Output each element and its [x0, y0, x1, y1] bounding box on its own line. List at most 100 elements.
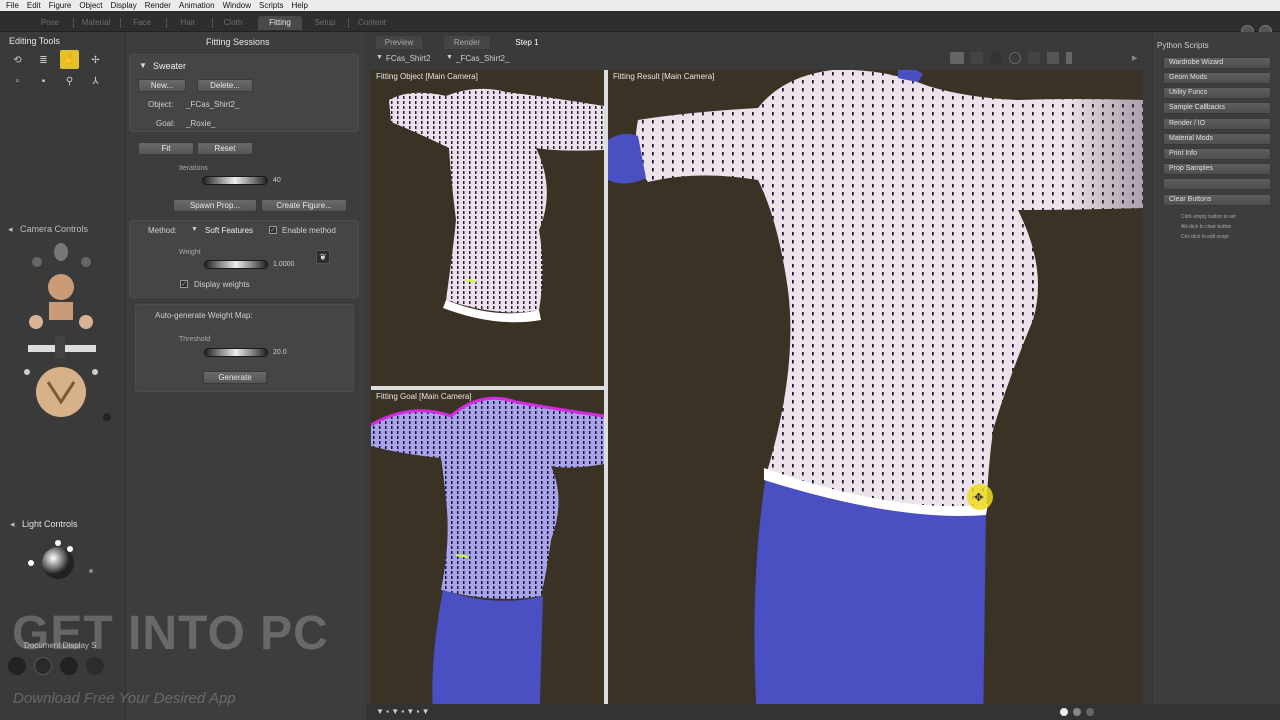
script-button-wardrobe-wizard[interactable]: Wardrobe Wizard [1163, 57, 1271, 69]
viewport-toolbar [950, 52, 1072, 64]
figure-selector-arrow[interactable]: ▼ [376, 54, 383, 61]
new-session-button[interactable]: New... [138, 79, 186, 92]
toolbar-right-arrow[interactable]: ▶ [1132, 54, 1137, 62]
script-button-clear-buttons[interactable]: Clear Buttons [1163, 194, 1271, 206]
script-button-sample-callbacks[interactable]: Sample Callbacks [1163, 102, 1271, 114]
script-button-material-mods[interactable]: Material Mods [1163, 133, 1271, 145]
room-tab-fitting[interactable]: Fitting [258, 16, 302, 30]
delete-session-button[interactable]: Delete... [197, 79, 253, 92]
iterations-label: Iterations [179, 165, 208, 172]
create-figure-button[interactable]: Create Figure... [261, 199, 347, 212]
goal-figure-render [371, 396, 604, 720]
iterations-slider[interactable] [202, 176, 268, 185]
script-button-utility-funcs[interactable]: Utility Funcs [1163, 87, 1271, 99]
scroll-handle-icon[interactable] [1066, 52, 1072, 64]
room-tab-setup[interactable]: Setup [305, 16, 345, 30]
dot-icon[interactable] [1086, 708, 1094, 716]
method-dropdown-arrow[interactable]: ▼ [191, 226, 198, 233]
script-button-print-info[interactable]: Print Info [1163, 148, 1271, 160]
menu-animation[interactable]: Animation [179, 0, 215, 11]
render-icon[interactable] [971, 52, 983, 64]
method-label: Method: [148, 226, 177, 235]
room-tab-hair[interactable]: Hair [169, 16, 207, 30]
fit-button[interactable]: Fit [138, 142, 194, 155]
watermark-logo: GET INTO PC [12, 607, 329, 660]
move-icon[interactable]: ✢ [87, 52, 104, 69]
tab-preview[interactable]: Preview [376, 36, 422, 49]
weight-value[interactable]: 1.0000 [273, 261, 294, 268]
dot-icon[interactable] [1073, 708, 1081, 716]
menu-render[interactable]: Render [145, 0, 171, 11]
enable-method-label: Enable method [282, 226, 336, 235]
part-selector[interactable]: _FCas_Shirt2_ [456, 54, 509, 63]
menu-window[interactable]: Window [223, 0, 251, 11]
fitting-result-viewport[interactable]: Fitting Result [Main Camera] ✥ [608, 70, 1143, 720]
threshold-value[interactable]: 20.0 [273, 349, 287, 356]
goal-value[interactable]: _Roxie_ [186, 119, 215, 128]
menu-object[interactable]: Object [79, 0, 102, 11]
dot-icon[interactable] [1060, 708, 1068, 716]
figure-selector[interactable]: FCas_Shirt2 [386, 54, 430, 63]
tab-divider [212, 18, 213, 28]
fitting-goal-viewport[interactable]: Fitting Goal [Main Camera] [371, 390, 604, 720]
menu-figure[interactable]: Figure [49, 0, 72, 11]
menu-file[interactable]: File [6, 0, 19, 11]
session-collapse-arrow[interactable]: ▼ [139, 61, 147, 70]
script-button-geom-mods[interactable]: Geom Mods [1163, 72, 1271, 84]
script-button-prop-samples[interactable]: Prop Samples [1163, 163, 1271, 175]
python-scripts-title: Python Scripts [1157, 41, 1209, 50]
wireframe-icon[interactable] [1009, 52, 1021, 64]
generate-button[interactable]: Generate [203, 371, 267, 384]
camera-controls-arrow[interactable]: ◂ [8, 224, 13, 235]
taper-icon[interactable]: ▪ [35, 73, 52, 90]
object-value[interactable]: _FCas_Shirt2_ [186, 100, 239, 109]
bottom-dropdown-icon[interactable]: ▼ ▪ ▼ ▪ ▼ ▪ ▼ [376, 707, 430, 716]
room-tab-face[interactable]: Face [123, 16, 161, 30]
display-weights-checkbox[interactable]: ✓ [180, 280, 188, 288]
shirt-object-render [389, 88, 604, 323]
menu-bar: File Edit Figure Object Display Render A… [0, 0, 1280, 11]
object-label: Object: [148, 100, 174, 109]
python-help-line: Ctrl-click to edit script [1181, 234, 1229, 240]
room-tab-cloth[interactable]: Cloth [214, 16, 252, 30]
move-camera-icon[interactable] [1047, 52, 1059, 64]
reset-button[interactable]: Reset [197, 142, 253, 155]
camera-controls-widget[interactable] [22, 242, 112, 422]
paint-brush-icon[interactable]: ❦ [316, 250, 330, 264]
room-tab-material[interactable]: Material [76, 16, 116, 30]
threshold-slider[interactable] [204, 348, 268, 357]
script-button-empty[interactable] [1163, 178, 1271, 190]
grid-icon[interactable] [1028, 52, 1040, 64]
iterations-value[interactable]: 40 [273, 177, 281, 184]
menu-edit[interactable]: Edit [27, 0, 41, 11]
light-controls-widget[interactable] [28, 535, 98, 585]
watermark-tagline: Download Free Your Desired App [13, 690, 236, 707]
fitting-object-viewport[interactable]: Fitting Object [Main Camera] [371, 70, 604, 386]
camera-icon[interactable] [950, 52, 964, 64]
svg-text:✥: ✥ [974, 491, 983, 504]
direct-manipulation-icon[interactable]: ⅄ [87, 73, 104, 90]
enable-method-checkbox[interactable]: ✓ [269, 226, 277, 234]
method-value[interactable]: Soft Features [205, 226, 253, 235]
light-controls-arrow[interactable]: ◂ [10, 519, 15, 530]
menu-scripts[interactable]: Scripts [259, 0, 283, 11]
fitting-sessions-title: Fitting Sessions [206, 37, 270, 47]
script-button-render-io[interactable]: Render / IO [1163, 118, 1271, 130]
chain-break-icon[interactable]: ⚲ [61, 73, 78, 90]
weight-slider[interactable] [204, 260, 268, 269]
room-tab-content[interactable]: Content [350, 16, 394, 30]
twist-icon[interactable]: ≣ [35, 52, 52, 69]
part-selector-arrow[interactable]: ▼ [446, 54, 453, 61]
translate-icon[interactable]: ✋ [60, 50, 79, 69]
python-help-line: Alt-click to clear button [1181, 224, 1232, 230]
scale-icon[interactable]: ▫ [9, 73, 26, 90]
rotate-icon[interactable]: ⟲ [9, 52, 26, 69]
tab-render[interactable]: Render [444, 36, 490, 49]
menu-display[interactable]: Display [111, 0, 137, 11]
tab-step-1[interactable]: Step 1 [504, 36, 550, 49]
spawn-prop-button[interactable]: Spawn Prop... [173, 199, 257, 212]
sphere-icon[interactable] [990, 52, 1002, 64]
menu-help[interactable]: Help [291, 0, 307, 11]
room-tab-pose[interactable]: Pose [30, 16, 70, 30]
bottom-toolbar: ▼ ▪ ▼ ▪ ▼ ▪ ▼ [366, 704, 1280, 720]
